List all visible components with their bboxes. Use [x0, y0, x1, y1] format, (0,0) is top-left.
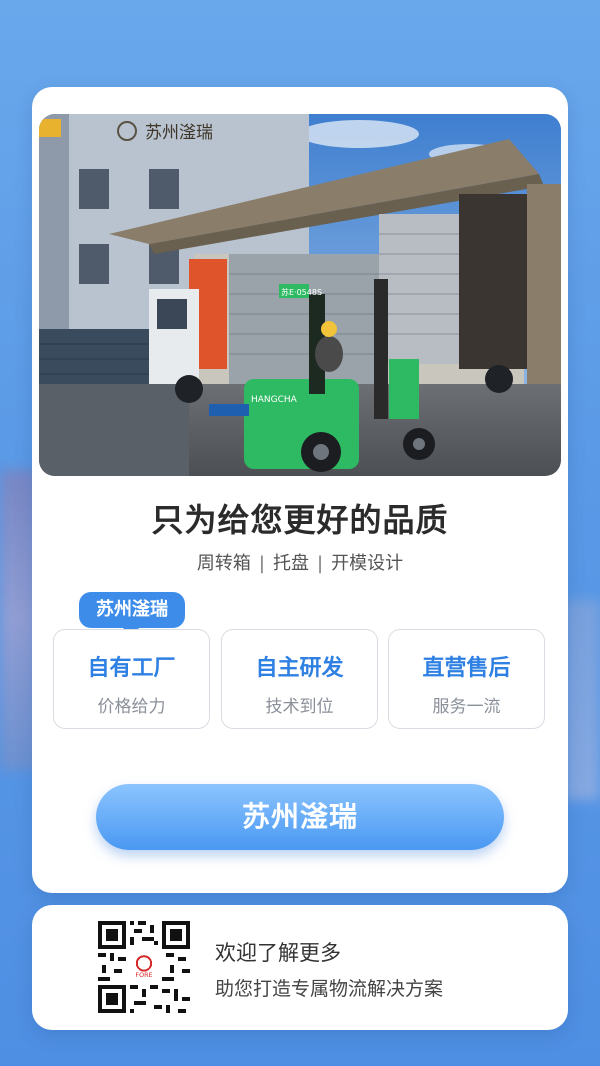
feature-direct-aftersales: 直营售后 服务一流 [388, 629, 545, 729]
service-turnover-box: 周转箱 [196, 553, 251, 574]
warehouse-photo: 苏州滏瑞 苏E·0548S HANGCHA [39, 114, 561, 476]
service-separator: | [258, 553, 265, 574]
service-separator: | [317, 553, 324, 574]
contact-title: 欢迎了解更多 [215, 941, 341, 965]
feature-subtitle: 价格给力 [97, 697, 166, 717]
forklift-brand: HANGCHA [251, 395, 298, 405]
qr-code[interactable]: FORE [98, 921, 190, 1013]
feature-own-factory: 自有工厂 价格给力 [53, 629, 210, 729]
feature-list: 自有工厂 价格给力 自主研发 技术到位 直营售后 服务一流 [53, 629, 546, 729]
service-pallet: 托盘 [273, 553, 309, 574]
feature-independent-rd: 自主研发 技术到位 [221, 629, 378, 729]
services-line: 周转箱 | 托盘 | 开模设计 [32, 549, 568, 575]
feature-title: 自主研发 [255, 656, 344, 681]
cta-button[interactable]: 苏州滏瑞 [96, 784, 504, 850]
background-blur-right [564, 600, 600, 800]
contact-subtitle: 助您打造专属物流解决方案 [215, 978, 444, 1000]
feature-subtitle: 技术到位 [265, 697, 334, 717]
headline: 只为给您更好的品质 [151, 501, 449, 539]
building-sign: 苏州滏瑞 [145, 123, 213, 143]
forklift-plate-text: 苏E·0548S [281, 287, 322, 297]
feature-title: 自有工厂 [87, 656, 176, 681]
qr-logo: FORE [135, 971, 152, 979]
feature-subtitle: 服务一流 [432, 697, 501, 717]
feature-title: 直营售后 [422, 656, 511, 681]
contact-card: FORE 欢迎了解更多 助您打造专属物流解决方案 [32, 905, 568, 1030]
service-mold-design: 开模设计 [331, 553, 404, 574]
company-badge: 苏州滏瑞 [79, 592, 185, 636]
promo-card: 苏州滏瑞 苏E·0548S HANGCHA 只为给您更好的品质 周转箱 | 托盘… [32, 87, 568, 893]
